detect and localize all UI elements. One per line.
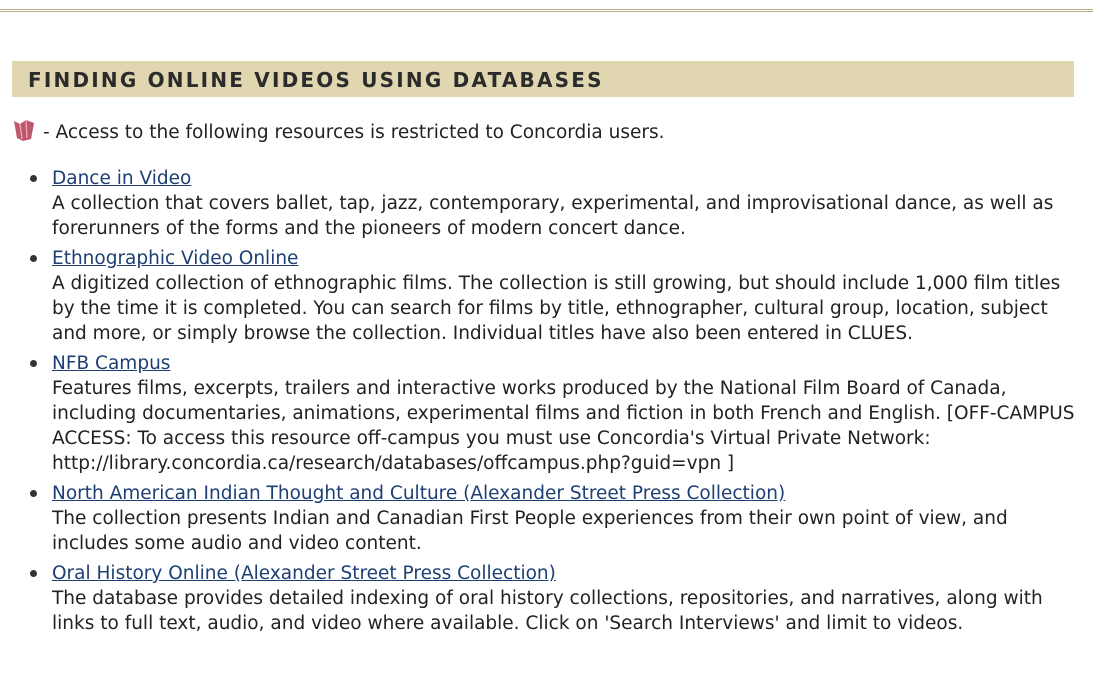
list-item: North American Indian Thought and Cultur…: [30, 481, 1082, 556]
top-divider: [0, 9, 1093, 12]
resource-link-nfb-campus[interactable]: NFB Campus: [52, 353, 170, 374]
section-header: FINDING ONLINE VIDEOS USING DATABASES: [12, 61, 1074, 97]
list-item: Ethnographic Video Online A digitized co…: [30, 246, 1082, 346]
list-item: Dance in Video A collection that covers …: [30, 166, 1082, 241]
resource-link-dance-in-video[interactable]: Dance in Video: [52, 168, 191, 189]
restricted-access-note: - Access to the following resources is r…: [12, 118, 665, 148]
restricted-access-text: - Access to the following resources is r…: [43, 122, 665, 143]
resource-link-oral-history-online[interactable]: Oral History Online (Alexander Street Pr…: [52, 563, 556, 584]
bullet-icon: [30, 570, 37, 577]
resource-description: The database provides detailed indexing …: [52, 588, 1043, 634]
resource-link-ethnographic-video-online[interactable]: Ethnographic Video Online: [52, 248, 298, 269]
bullet-icon: [30, 175, 37, 182]
list-item: Oral History Online (Alexander Street Pr…: [30, 561, 1082, 636]
resource-description: The collection presents Indian and Canad…: [52, 508, 1008, 554]
resource-description: A collection that covers ballet, tap, ja…: [52, 193, 1054, 239]
resource-description: A digitized collection of ethnographic f…: [52, 273, 1061, 344]
section-title: FINDING ONLINE VIDEOS USING DATABASES: [28, 68, 604, 92]
list-item: NFB Campus Features films, excerpts, tra…: [30, 351, 1082, 476]
restricted-access-icon: [12, 117, 36, 143]
resource-link-north-american-indian-thought[interactable]: North American Indian Thought and Cultur…: [52, 483, 785, 504]
resource-description: Features films, excerpts, trailers and i…: [52, 378, 1075, 474]
bullet-icon: [30, 360, 37, 367]
bullet-icon: [30, 255, 37, 262]
resource-list: Dance in Video A collection that covers …: [30, 166, 1082, 641]
bullet-icon: [30, 490, 37, 497]
